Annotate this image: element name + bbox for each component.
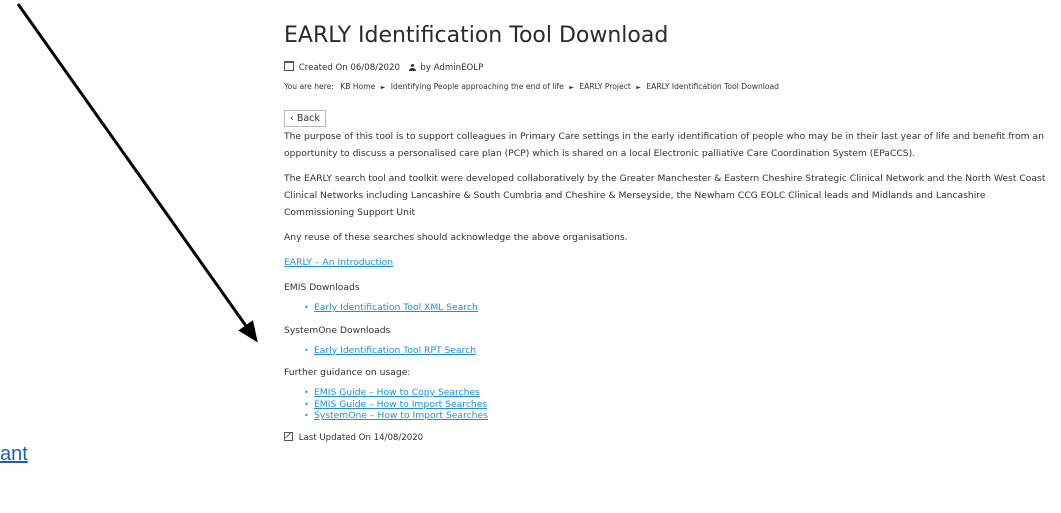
breadcrumb-separator-icon: ► [569,84,574,91]
page-title: EARLY Identification Tool Download [284,23,669,48]
breadcrumb: You are here: KB Home ► Identifying Peop… [284,81,1054,93]
systemone-import-guide-link[interactable]: SystemOne – How to Import Searches [314,410,488,421]
breadcrumb-separator-icon: ► [380,84,386,91]
edit-icon [284,431,293,441]
collaboration-paragraph: The EARLY search tool and toolkit were d… [284,173,1046,218]
created-date: Created On 06/08/2020 [298,63,400,73]
emis-heading: EMIS Downloads [284,282,360,293]
author: by AdminEOLP [420,63,484,73]
breadcrumb-item-current: EARLY Identification Tool Download [646,82,779,91]
list-item: EMIS Guide – How to Import Searches [304,399,1054,411]
post-meta: Created On 06/08/2020 by AdminEOLP [284,61,1054,74]
back-label: Back [296,113,320,124]
calendar-icon [284,61,294,71]
last-updated: Last Updated On 14/08/2020 [284,431,1054,444]
breadcrumb-separator-icon: ► [636,84,641,91]
reuse-paragraph: Any reuse of these searches should ackno… [284,232,628,243]
systemone-heading: SystemOne Downloads [284,324,391,336]
emis-copy-guide-link[interactable]: EMIS Guide – How to Copy Searches [314,387,480,398]
last-updated-text: Last Updated On 14/08/2020 [298,432,424,443]
emis-import-guide-link[interactable]: EMIS Guide – How to Import Searches [314,399,487,410]
breadcrumb-item-identifying[interactable]: Identifying People approaching the end o… [391,82,564,91]
partial-link[interactable]: ant [0,442,28,466]
chevron-left-icon: ‹ [290,113,294,124]
guidance-heading: Further guidance on usage: [284,367,411,378]
list-item: Early Identification Tool XML Search [304,302,1054,314]
guidance-link-list: EMIS Guide – How to Copy Searches EMIS G… [284,387,1054,422]
intro-paragraph: The purpose of this tool is to support c… [284,131,1044,159]
breadcrumb-item-kb-home[interactable]: KB Home [340,82,375,91]
systemone-rpt-search-link[interactable]: Early Identification Tool RPT Search [314,345,476,356]
systemone-link-list: Early Identification Tool RPT Search [284,345,1054,357]
list-item: EMIS Guide – How to Copy Searches [304,387,1054,399]
breadcrumb-prefix: You are here: [284,82,334,91]
breadcrumb-item-early-project[interactable]: EARLY Project [579,82,631,91]
list-item: Early Identification Tool RPT Search [304,345,1054,357]
emis-link-list: Early Identification Tool XML Search [284,302,1054,314]
back-button[interactable]: ‹ Back [284,110,326,127]
intro-link[interactable]: EARLY – An Introduction [284,257,393,268]
article: EARLY Identification Tool Download Creat… [284,22,1054,444]
user-icon [408,64,416,71]
emis-xml-search-link[interactable]: Early Identification Tool XML Search [314,302,478,313]
annotation-arrow [16,3,258,343]
list-item: SystemOne – How to Import Searches [304,410,1054,422]
